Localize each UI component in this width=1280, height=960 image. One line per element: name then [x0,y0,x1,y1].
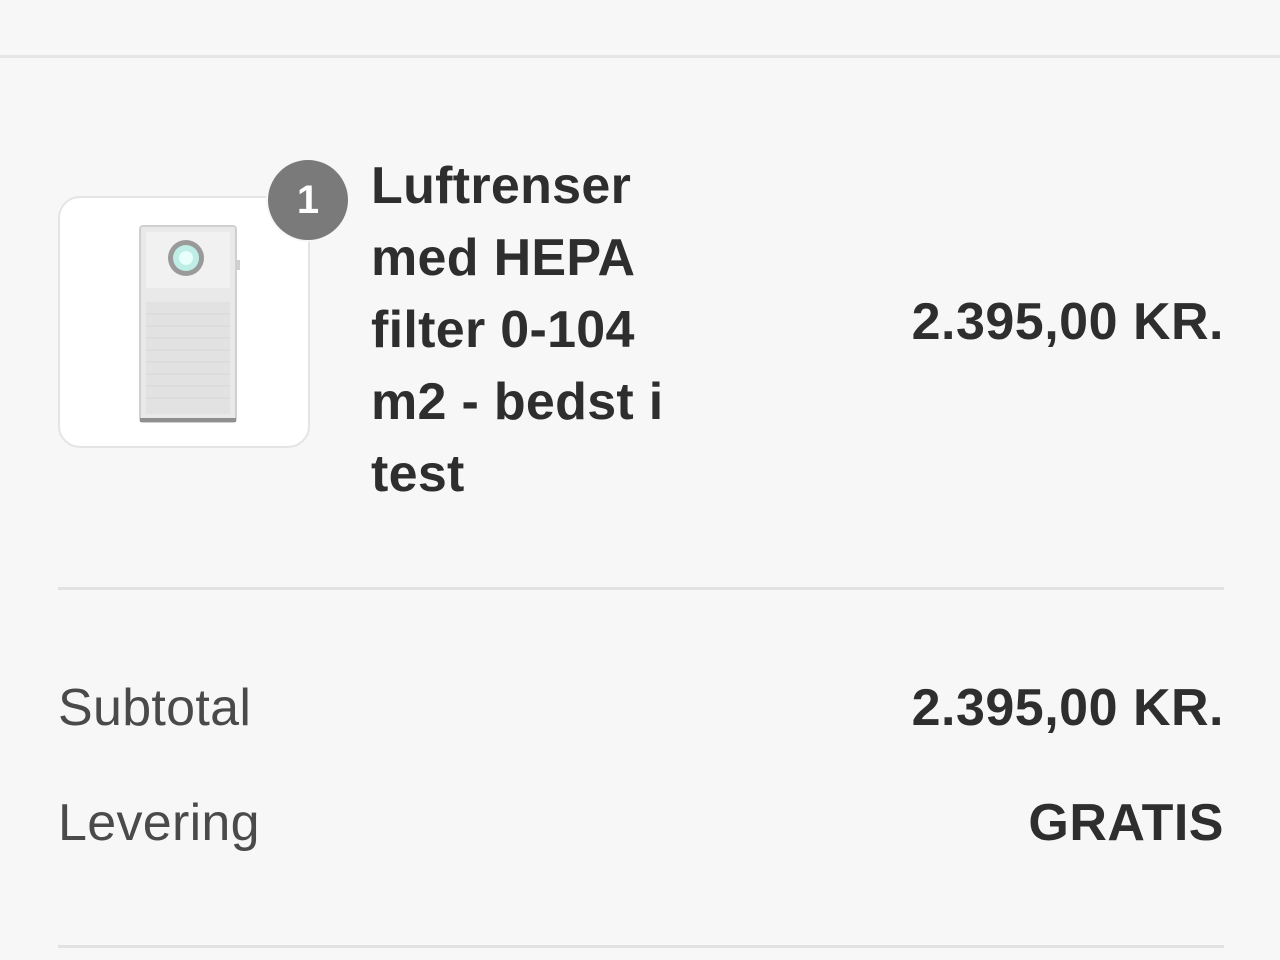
subtotal-label: Subtotal [58,679,252,737]
shipping-row: Levering GRATIS [58,793,1224,863]
top-divider [0,55,1280,58]
product-price: 2.395,00 KR. [911,293,1224,351]
cart-line-item: 1 Luftrenser med HEPA filter 0-104 m2 - … [58,150,1224,510]
summary-divider [58,587,1224,590]
air-purifier-icon [139,225,240,423]
subtotal-value: 2.395,00 KR. [911,679,1224,737]
product-thumbnail [58,196,310,448]
subtotal-row: Subtotal 2.395,00 KR. [58,678,1224,748]
shipping-value: GRATIS [1028,794,1224,852]
product-title[interactable]: Luftrenser med HEPA filter 0-104 m2 - be… [371,150,711,510]
order-summary-page: 1 Luftrenser med HEPA filter 0-104 m2 - … [0,0,1280,960]
bottom-divider [58,945,1224,948]
shipping-label: Levering [58,794,260,852]
quantity-badge: 1 [266,158,350,242]
